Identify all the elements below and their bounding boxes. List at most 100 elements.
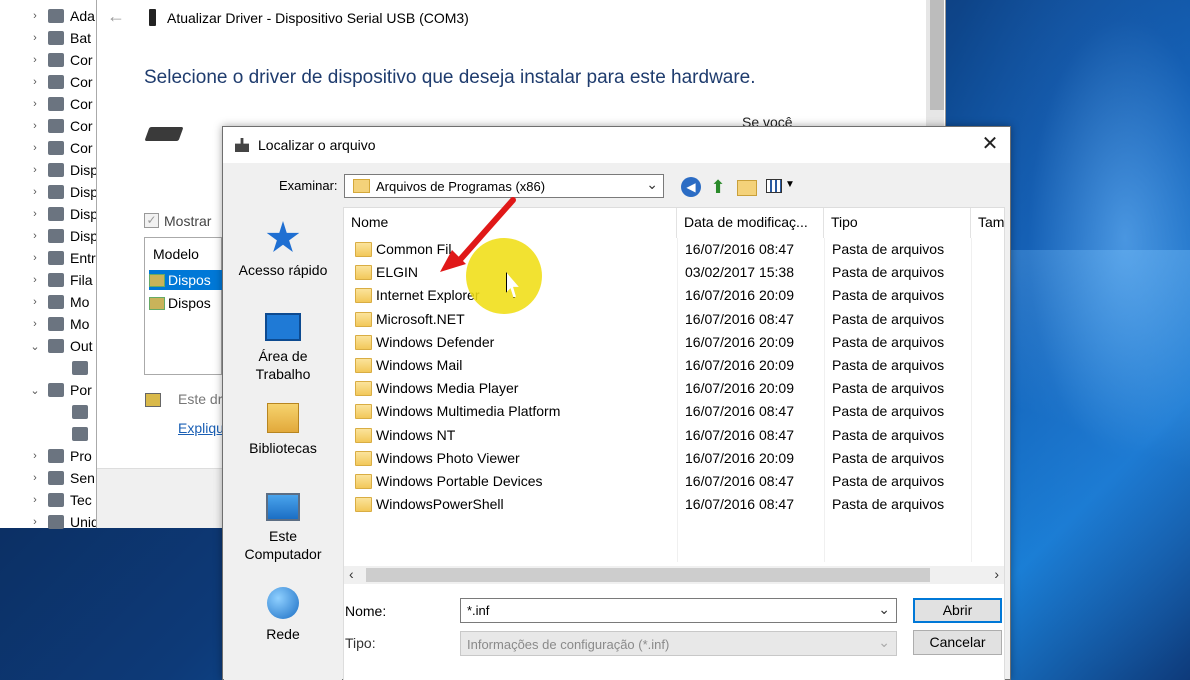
model-row[interactable]: Dispos xyxy=(149,293,223,313)
chevron-right-icon[interactable]: › xyxy=(26,450,44,462)
chevron-right-icon[interactable]: ⌄ xyxy=(26,340,44,353)
chevron-right-icon[interactable]: › xyxy=(26,120,44,132)
device-tree-item[interactable]: › Sen xyxy=(0,467,95,489)
chevron-right-icon[interactable]: › xyxy=(26,32,44,44)
device-tree-item[interactable]: › Cor xyxy=(0,93,92,115)
show-compatible-checkbox[interactable]: ✓ xyxy=(144,213,159,228)
file-row[interactable]: Common Fil 16/07/2016 08:47 Pasta de arqui… xyxy=(344,238,1004,261)
file-row[interactable]: Windows Portable Devices 16/07/2016 08:47… xyxy=(344,470,1004,493)
explain-link[interactable]: Expliqu xyxy=(178,420,224,436)
model-list[interactable]: Modelo Dispos Dispos xyxy=(144,237,223,375)
chevron-right-icon[interactable]: › xyxy=(26,54,44,66)
libraries-icon xyxy=(267,403,299,433)
chevron-right-icon[interactable]: › xyxy=(26,494,44,506)
file-row[interactable]: ELGIN 03/02/2017 15:38 Pasta de arquivos xyxy=(344,261,1004,284)
look-in-dropdown[interactable]: Arquivos de Programas (x86) ⌄ xyxy=(344,174,664,198)
chevron-right-icon[interactable]: › xyxy=(26,252,44,264)
device-tree-item[interactable]: ⌄ Por xyxy=(0,379,91,401)
chevron-right-icon[interactable]: › xyxy=(26,296,44,308)
cancel-button[interactable]: Cancelar xyxy=(913,630,1002,655)
file-type-select[interactable]: Informações de configuração (*.inf) ⌄ xyxy=(460,631,897,656)
model-row[interactable]: Dispos xyxy=(149,270,223,290)
chevron-right-icon[interactable]: › xyxy=(26,10,44,22)
file-row[interactable]: Windows Media Player 16/07/2016 20:09 Past… xyxy=(344,377,1004,400)
file-row[interactable]: Internet Explorer 16/07/2016 20:09 Pasta d… xyxy=(344,284,1004,307)
place-libraries[interactable]: Bibliotecas xyxy=(224,403,342,457)
chevron-down-icon[interactable]: ⌄ xyxy=(878,601,890,618)
column-header-name[interactable]: Nome xyxy=(344,208,677,238)
device-category-icon xyxy=(48,471,64,485)
device-tree-item[interactable]: › Cor xyxy=(0,115,92,137)
device-tree-item[interactable]: › Cor xyxy=(0,49,92,71)
file-row[interactable]: Microsoft.NET 16/07/2016 08:47 Pasta de ar… xyxy=(344,308,1004,331)
file-name: Internet Explorer xyxy=(376,287,480,304)
chevron-right-icon[interactable]: › xyxy=(26,186,44,198)
device-tree-item[interactable]: › Disp xyxy=(0,225,98,247)
device-tree-item[interactable]: › Disp xyxy=(0,159,98,181)
device-tree-item[interactable]: › Bat xyxy=(0,27,91,49)
horizontal-scrollbar[interactable]: ‹ › xyxy=(344,566,1004,584)
chevron-right-icon[interactable]: › xyxy=(26,516,44,528)
device-category-icon xyxy=(48,53,64,67)
scroll-left-icon[interactable]: ‹ xyxy=(349,566,354,582)
folder-icon xyxy=(355,288,372,304)
wizard-scrollbar-thumb[interactable] xyxy=(930,0,944,110)
chevron-right-icon[interactable]: › xyxy=(26,76,44,88)
file-row[interactable]: Windows Defender 16/07/2016 20:09 Pasta de… xyxy=(344,331,1004,354)
chevron-right-icon[interactable]: › xyxy=(26,472,44,484)
file-date: 16/07/2016 08:47 xyxy=(685,473,794,489)
chevron-right-icon[interactable]: › xyxy=(26,98,44,110)
chevron-right-icon[interactable]: › xyxy=(26,230,44,242)
up-folder-icon[interactable]: ⬆ xyxy=(708,177,728,197)
chevron-right-icon[interactable]: ⌄ xyxy=(26,384,44,397)
folder-icon xyxy=(355,334,372,350)
file-row[interactable]: Windows Multimedia Platform 16/07/2016 08… xyxy=(344,400,1004,423)
show-compatible-label: Mostrar xyxy=(164,213,212,229)
file-row[interactable]: WindowsPowerShell 16/07/2016 08:47 Pasta d… xyxy=(344,493,1004,516)
place-desktop[interactable]: Área de Trabalho xyxy=(224,313,342,383)
file-name-input[interactable]: *.inf ⌄ xyxy=(460,598,897,623)
device-tree-item[interactable]: › Pro xyxy=(0,445,92,467)
place-this-pc[interactable]: Este Computador xyxy=(224,493,342,563)
file-row[interactable]: Windows NT 16/07/2016 08:47 Pasta de arqui… xyxy=(344,424,1004,447)
file-type: Pasta de arquivos xyxy=(832,473,945,489)
device-tree-item[interactable]: › Cor xyxy=(0,137,92,159)
device-tree-item[interactable]: › Entr xyxy=(0,247,96,269)
chevron-right-icon[interactable]: › xyxy=(26,142,44,154)
folder-icon xyxy=(355,474,372,489)
device-tree-item[interactable]: › Mo xyxy=(0,313,89,335)
device-tree-item[interactable]: › Mo xyxy=(0,291,89,313)
file-date: 16/07/2016 20:09 xyxy=(685,333,794,350)
scrollbar-thumb[interactable] xyxy=(366,568,930,582)
device-tree-item[interactable]: › Disp xyxy=(0,203,98,225)
file-row[interactable]: Windows Photo Viewer 16/07/2016 20:09 Past… xyxy=(344,447,1004,470)
column-header-size[interactable]: Tam xyxy=(971,208,1011,238)
back-icon[interactable]: ◀ xyxy=(681,177,701,197)
close-icon[interactable]: ✕ xyxy=(978,133,1002,157)
device-category-icon xyxy=(48,339,64,353)
device-tree-item[interactable]: › Cor xyxy=(0,71,92,93)
new-folder-icon[interactable] xyxy=(737,180,757,196)
chevron-right-icon[interactable]: › xyxy=(26,208,44,220)
file-row[interactable]: Windows Mail 16/07/2016 20:09 Pasta de arq… xyxy=(344,354,1004,377)
chevron-right-icon[interactable]: › xyxy=(26,274,44,286)
chevron-right-icon[interactable]: › xyxy=(26,164,44,176)
column-header-type[interactable]: Tipo xyxy=(824,208,971,238)
chevron-right-icon[interactable]: › xyxy=(26,318,44,330)
column-header-date[interactable]: Data de modificaç... xyxy=(677,208,824,238)
open-button[interactable]: Abrir xyxy=(913,598,1002,623)
scroll-right-icon[interactable]: › xyxy=(994,566,999,582)
device-tree-item[interactable]: › Ada xyxy=(0,5,95,27)
view-menu-icon[interactable]: ▼ xyxy=(765,178,795,196)
device-tree-item[interactable]: › Fila xyxy=(0,269,92,291)
network-icon xyxy=(267,587,299,619)
place-quick-access[interactable]: Acesso rápido xyxy=(224,221,342,279)
device-category-icon xyxy=(48,493,64,507)
place-network[interactable]: Rede xyxy=(224,587,342,643)
file-name: Windows Media Player xyxy=(376,380,519,397)
device-tree-item[interactable]: › Disp xyxy=(0,181,98,203)
back-arrow-icon[interactable]: ← xyxy=(107,6,125,27)
device-tree-item[interactable]: ⌄ Out xyxy=(0,335,92,357)
device-tree-item[interactable]: › Tec xyxy=(0,489,92,511)
computer-icon xyxy=(266,493,300,521)
